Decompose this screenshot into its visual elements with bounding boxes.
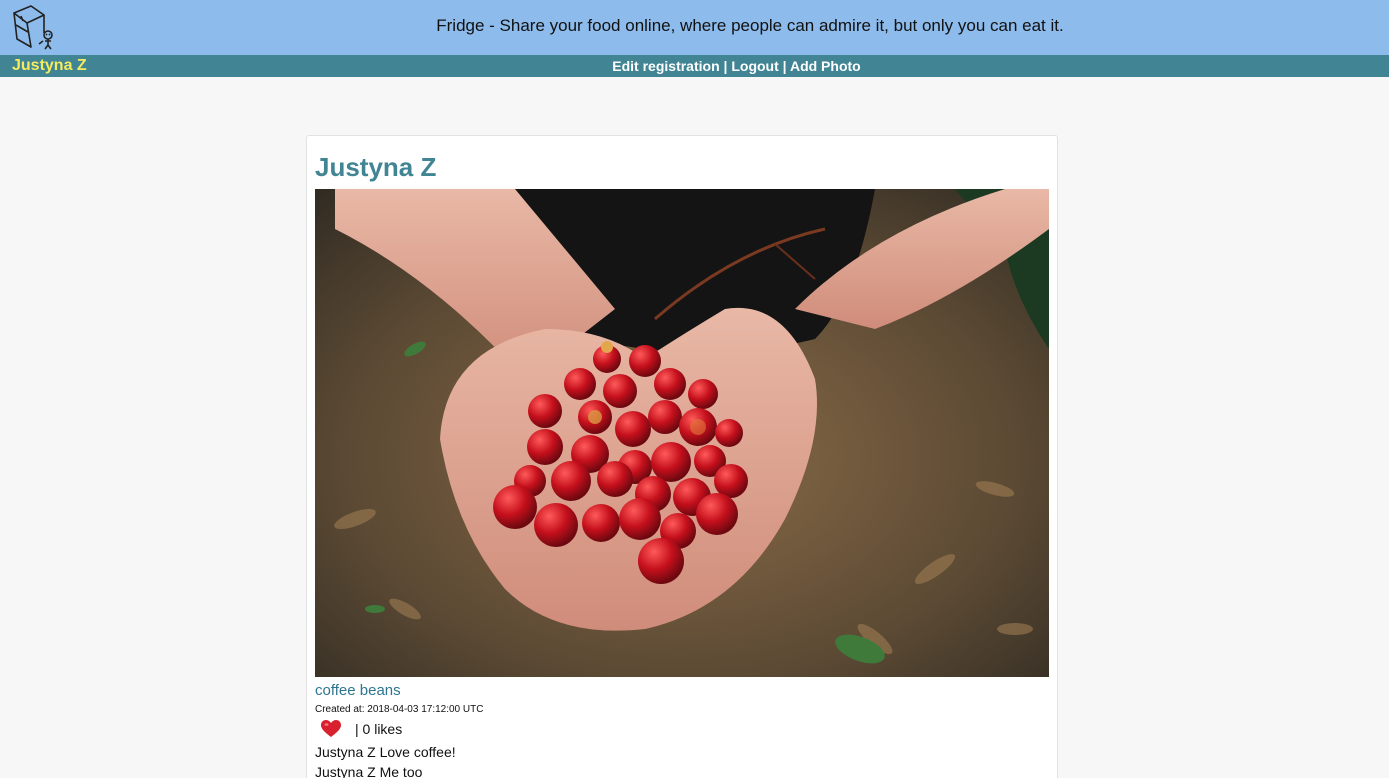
comment-author: Justyna Z — [315, 744, 376, 760]
nav-separator: | — [778, 58, 790, 74]
comment-text: Love coffee! — [379, 744, 456, 760]
edit-registration-link[interactable]: Edit registration — [612, 58, 719, 74]
comment-author: Justyna Z — [315, 764, 376, 778]
heart-icon[interactable] — [321, 720, 341, 738]
nav-bar: Justyna Z Edit registration | Logout | A… — [0, 55, 1389, 77]
likes-count: | 0 likes — [355, 721, 403, 737]
site-tagline: Fridge - Share your food online, where p… — [436, 16, 1064, 35]
created-at-label: Created at: — [315, 704, 365, 715]
add-photo-link[interactable]: Add Photo — [790, 58, 861, 74]
top-banner: Fridge - Share your food online, where p… — [0, 0, 1389, 55]
comment-item: Justyna Z Love coffee! — [315, 742, 456, 762]
profile-name: Justyna Z — [315, 152, 437, 182]
likes-row: | 0 likes — [321, 720, 402, 738]
nav-separator: | — [719, 58, 732, 74]
created-at-value: 2018-04-03 17:12:00 UTC — [367, 704, 484, 715]
coffee-cherries-photo — [315, 189, 1049, 677]
comments-list: Justyna Z Love coffee! Justyna Z Me too — [315, 742, 456, 778]
photo-created-at: Created at: 2018-04-03 17:12:00 UTC — [315, 704, 483, 715]
nav-links: Edit registration | Logout | Add Photo — [0, 58, 1389, 74]
logout-link[interactable]: Logout — [731, 58, 778, 74]
photo-card: Justyna Z coffee beans Created at: 2018-… — [306, 135, 1058, 778]
comment-item: Justyna Z Me too — [315, 762, 456, 778]
photo-title[interactable]: coffee beans — [315, 682, 401, 699]
comment-text: Me too — [379, 764, 423, 778]
